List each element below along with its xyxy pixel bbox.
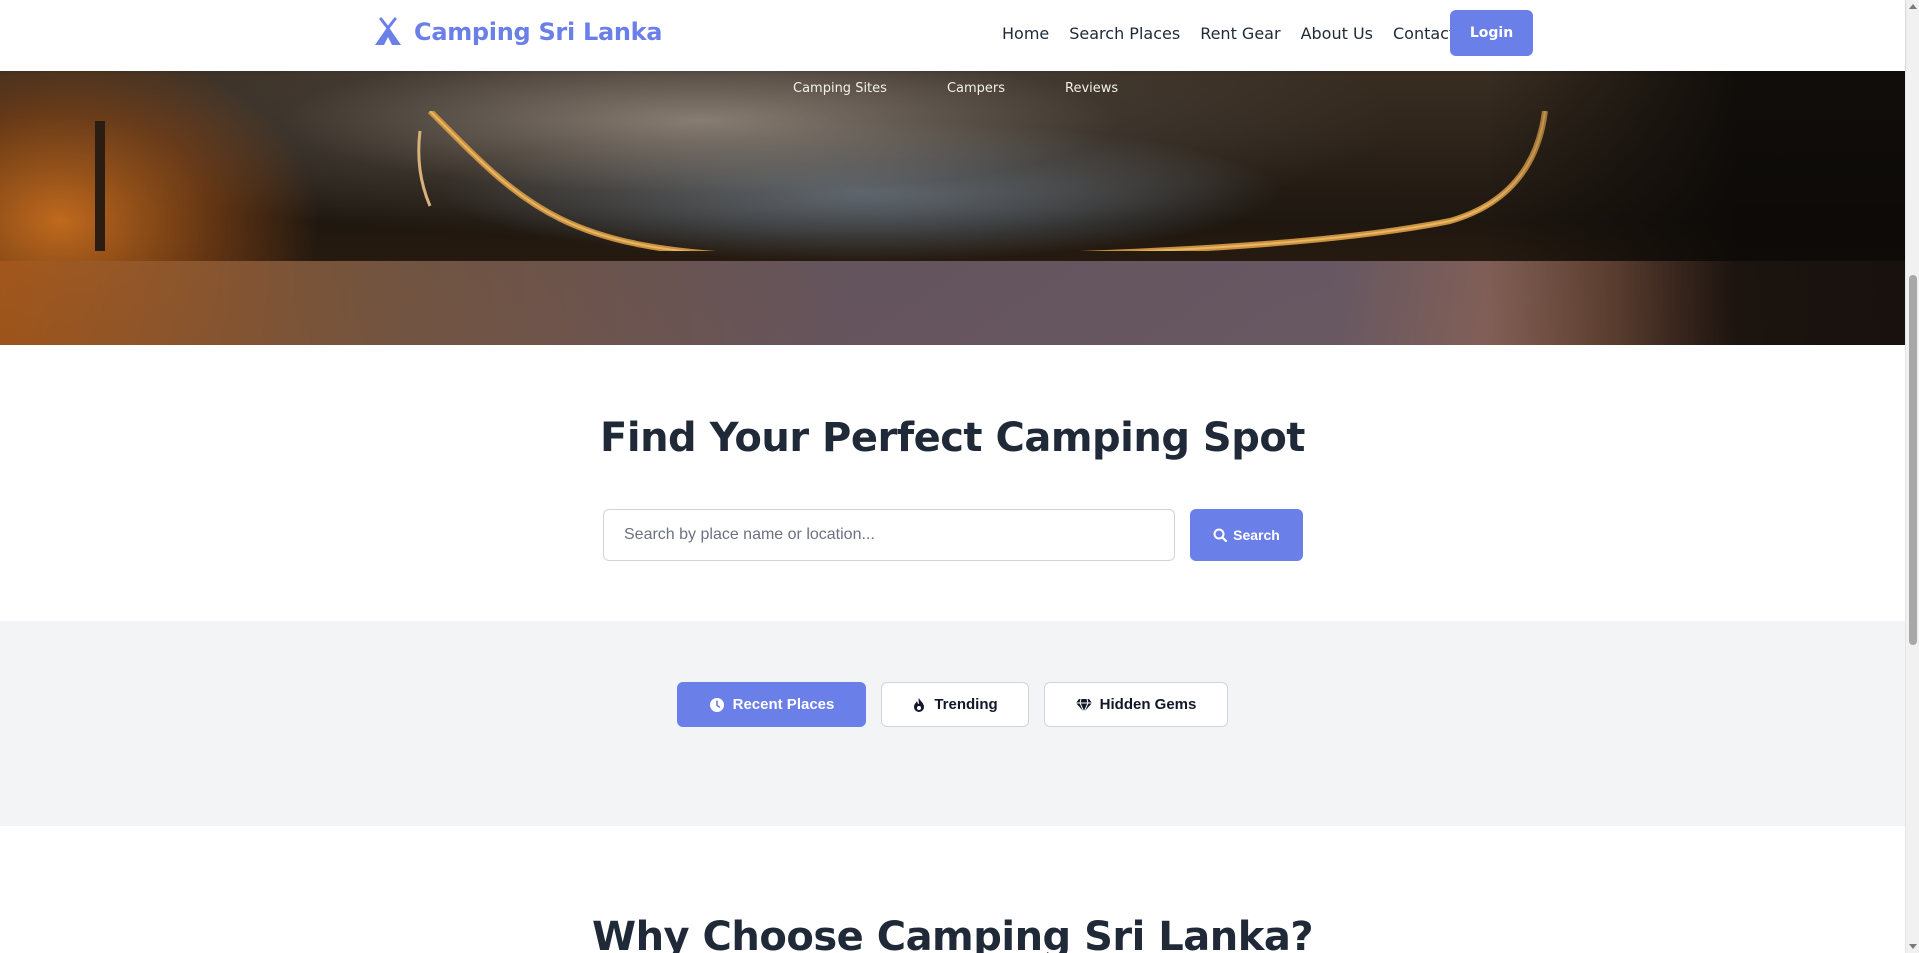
login-button[interactable]: Login bbox=[1450, 10, 1533, 56]
hero-link-campers[interactable]: Campers bbox=[947, 81, 1005, 96]
search-title: Find Your Perfect Camping Spot bbox=[600, 415, 1305, 461]
clock-icon bbox=[709, 697, 724, 712]
nav-home[interactable]: Home bbox=[1002, 24, 1049, 43]
hero-link-reviews[interactable]: Reviews bbox=[1065, 81, 1118, 96]
filter-section: Recent Places Trending Hidden Gems bbox=[0, 621, 1905, 826]
tab-label: Hidden Gems bbox=[1099, 696, 1197, 713]
tab-label: Recent Places bbox=[732, 696, 835, 713]
hero-shadow bbox=[1485, 71, 1905, 345]
fire-icon bbox=[914, 697, 925, 712]
campground-icon bbox=[375, 17, 401, 45]
search-input[interactable] bbox=[603, 509, 1175, 561]
tab-trending[interactable]: Trending bbox=[881, 682, 1029, 727]
why-section: Why Choose Camping Sri Lanka? bbox=[0, 826, 1905, 953]
brand-name: Camping Sri Lanka bbox=[414, 18, 663, 46]
search-button-label: Search bbox=[1233, 527, 1280, 543]
brand-logo[interactable]: Camping Sri Lanka bbox=[372, 16, 662, 48]
page-scrollbar[interactable] bbox=[1905, 0, 1919, 953]
main-nav: Home Search Places Rent Gear About Us Co… bbox=[1002, 24, 1455, 43]
search-section: Find Your Perfect Camping Spot Search bbox=[0, 345, 1905, 621]
nav-about-us[interactable]: About Us bbox=[1301, 24, 1373, 43]
hero-stats-links: Camping Sites Campers Reviews bbox=[793, 81, 1118, 96]
search-button[interactable]: Search bbox=[1190, 509, 1303, 561]
hero-banner: Camping Sites Campers Reviews bbox=[0, 71, 1905, 345]
tab-hidden-gems[interactable]: Hidden Gems bbox=[1044, 682, 1228, 727]
why-title: Why Choose Camping Sri Lanka? bbox=[591, 914, 1314, 953]
search-icon bbox=[1213, 528, 1228, 542]
tab-label: Trending bbox=[934, 696, 998, 713]
scroll-down-icon[interactable] bbox=[1909, 944, 1917, 949]
gem-icon bbox=[1075, 698, 1092, 712]
site-header: Camping Sri Lanka Home Search Places Ren… bbox=[0, 0, 1905, 71]
scroll-up-icon[interactable] bbox=[1909, 4, 1917, 9]
hero-link-camping-sites[interactable]: Camping Sites bbox=[793, 81, 887, 96]
tab-recent-places[interactable]: Recent Places bbox=[677, 682, 866, 727]
nav-rent-gear[interactable]: Rent Gear bbox=[1200, 24, 1280, 43]
scroll-thumb[interactable] bbox=[1909, 275, 1917, 645]
nav-search-places[interactable]: Search Places bbox=[1069, 24, 1180, 43]
nav-contact[interactable]: Contact bbox=[1393, 24, 1455, 43]
